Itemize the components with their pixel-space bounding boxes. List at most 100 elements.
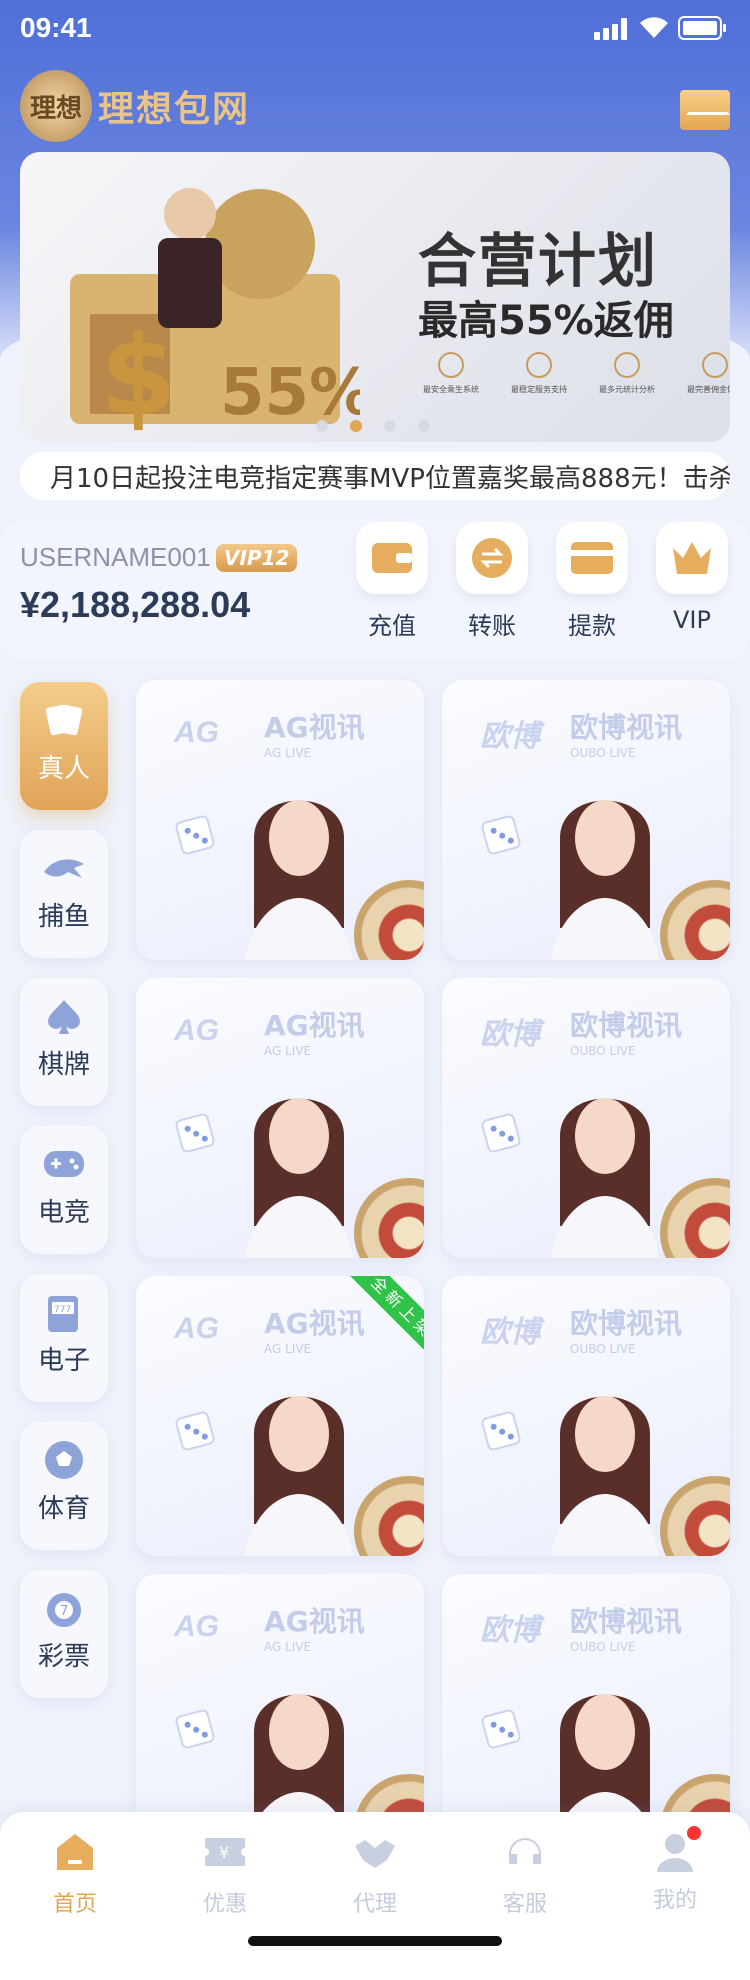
game-card[interactable]: AG AG视讯 AG LIVE bbox=[136, 680, 424, 960]
notice-marquee[interactable]: ​月10日起投注电竞指定赛事MVP位置嘉奖最高888元！击杀！ bbox=[20, 452, 730, 500]
game-card[interactable]: AG AG视讯 AG LIVE bbox=[136, 978, 424, 1258]
game-card[interactable]: AG AG视讯 AG LIVE 全新上架 bbox=[136, 1276, 424, 1556]
provider-name: AG视讯 bbox=[264, 1009, 365, 1042]
provider-en-name: OUBO LIVE bbox=[570, 1640, 636, 1654]
category-slots[interactable]: 777 电子 bbox=[20, 1274, 108, 1402]
vip-button[interactable]: VIP bbox=[654, 522, 730, 634]
provider-en-name: OUBO LIVE bbox=[570, 1044, 636, 1058]
cards-icon bbox=[45, 704, 83, 736]
category-label: 电子 bbox=[37, 1346, 90, 1376]
game-card[interactable]: 欧博 欧博视讯 OUBO LIVE bbox=[442, 1276, 730, 1556]
crown-icon bbox=[673, 542, 711, 574]
dice-icon bbox=[480, 1410, 522, 1452]
provider-name: 欧博视讯 bbox=[570, 1605, 683, 1638]
provider-logo: AG bbox=[174, 716, 219, 749]
signal-icon bbox=[594, 18, 628, 40]
tab-promotions[interactable]: ¥ 优惠 bbox=[175, 1830, 275, 1918]
tab-profile[interactable]: 我的 bbox=[625, 1826, 725, 1914]
dealer-image bbox=[551, 800, 659, 960]
banner-subtitle: 最高55%返佣 bbox=[418, 298, 674, 344]
dice-icon bbox=[174, 1410, 216, 1452]
dice-icon bbox=[174, 814, 216, 856]
banner-features: 最安全乘生系统 最稳定服务支持 最多元统计分析 最完善佣金体系 bbox=[418, 352, 730, 395]
banner-title: 合营计划 bbox=[418, 227, 659, 295]
dealer-image bbox=[245, 800, 353, 960]
provider-name: AG视讯 bbox=[264, 1307, 365, 1340]
tab-label: 我的 bbox=[652, 1888, 697, 1913]
banner-art-text: 55% bbox=[220, 356, 360, 430]
provider-brand: AG AG视讯 AG LIVE bbox=[174, 1600, 365, 1654]
game-card[interactable]: 欧博 欧博视讯 OUBO LIVE bbox=[442, 680, 730, 960]
provider-name: 欧博视讯 bbox=[570, 1009, 683, 1042]
transfer-icon bbox=[472, 538, 512, 578]
category-lottery[interactable]: 7 彩票 bbox=[20, 1570, 108, 1698]
provider-logo: 欧博 bbox=[480, 720, 540, 753]
home-indicator bbox=[248, 1936, 502, 1946]
provider-logo: AG bbox=[174, 1014, 219, 1047]
provider-en-name: AG LIVE bbox=[264, 1044, 312, 1058]
mail-icon[interactable] bbox=[680, 90, 730, 130]
transfer-button[interactable]: 转账 bbox=[454, 522, 530, 641]
provider-en-name: AG LIVE bbox=[264, 1342, 312, 1356]
dice-icon bbox=[480, 1708, 522, 1750]
category-live[interactable]: 真人 bbox=[20, 682, 108, 810]
headset-icon bbox=[509, 1838, 541, 1864]
dealer-image bbox=[551, 1098, 659, 1258]
category-label: 棋牌 bbox=[37, 1050, 90, 1080]
handshake-icon bbox=[355, 1840, 395, 1868]
provider-en-name: AG LIVE bbox=[264, 746, 312, 760]
carousel-dot[interactable] bbox=[418, 420, 430, 432]
provider-brand: AG AG视讯 AG LIVE bbox=[174, 1004, 365, 1058]
category-cards[interactable]: 棋牌 bbox=[20, 978, 108, 1106]
category-label: 捕鱼 bbox=[37, 902, 90, 932]
vip-label: VIP bbox=[673, 606, 711, 634]
carousel-dot[interactable] bbox=[384, 420, 396, 432]
promo-banner[interactable]: 55% $ 合营计划 最高55%返佣 最安全乘生系统 最稳定服务支持 最多元统计… bbox=[20, 152, 730, 442]
tab-label: 首页 bbox=[52, 1892, 97, 1917]
carousel-dot-active[interactable] bbox=[350, 420, 362, 432]
category-label: 彩票 bbox=[37, 1642, 90, 1672]
category-label: 真人 bbox=[37, 754, 90, 784]
carousel-dots[interactable] bbox=[316, 420, 430, 432]
game-card[interactable]: 欧博 欧博视讯 OUBO LIVE bbox=[442, 978, 730, 1258]
home-icon bbox=[57, 1834, 93, 1870]
soccer-ball-icon bbox=[45, 1441, 83, 1479]
banner-illustration: 55% $ bbox=[70, 188, 360, 432]
svg-text:$: $ bbox=[100, 312, 177, 432]
tab-home[interactable]: 首页 bbox=[25, 1830, 125, 1918]
slot-machine-icon: 777 bbox=[48, 1296, 78, 1332]
carousel-dot[interactable] bbox=[316, 420, 328, 432]
dealer-image bbox=[245, 1098, 353, 1258]
category-esports[interactable]: 电竞 bbox=[20, 1126, 108, 1254]
tab-label: 优惠 bbox=[202, 1892, 247, 1917]
provider-name: 欧博视讯 bbox=[570, 711, 683, 744]
category-fishing[interactable]: 捕鱼 bbox=[20, 830, 108, 958]
provider-logo: AG bbox=[174, 1312, 219, 1345]
banner-feature: 最完善佣金体系 bbox=[682, 352, 730, 395]
withdraw-label: 提款 bbox=[568, 612, 616, 640]
provider-brand: 欧博 欧博视讯 OUBO LIVE bbox=[480, 1302, 682, 1356]
provider-brand: 欧博 欧博视讯 OUBO LIVE bbox=[480, 1600, 682, 1654]
category-sports[interactable]: 体育 bbox=[20, 1422, 108, 1550]
dice-icon bbox=[480, 814, 522, 856]
withdraw-button[interactable]: 提款 bbox=[554, 522, 630, 641]
category-label: 电竞 bbox=[37, 1198, 90, 1228]
ticket-icon: ¥ bbox=[205, 1838, 245, 1866]
provider-brand: 欧博 欧博视讯 OUBO LIVE bbox=[480, 706, 682, 760]
provider-logo: AG bbox=[174, 1610, 219, 1643]
provider-logo: 欧博 bbox=[480, 1018, 540, 1051]
brand-name: 理想包网 bbox=[98, 88, 251, 130]
lottery-ball-icon: 7 bbox=[47, 1593, 81, 1627]
tab-support[interactable]: 客服 bbox=[475, 1830, 575, 1918]
balance: ¥2,188,288.04 bbox=[20, 584, 251, 625]
battery-icon bbox=[678, 16, 726, 40]
tab-agent[interactable]: 代理 bbox=[325, 1830, 425, 1918]
deposit-button[interactable]: 充值 bbox=[354, 522, 430, 641]
brand-logo[interactable]: 理想 理想包网 bbox=[20, 70, 250, 142]
tab-label: 客服 bbox=[502, 1892, 547, 1917]
notification-dot bbox=[687, 1826, 701, 1840]
category-label: 体育 bbox=[37, 1494, 90, 1524]
svg-text:777: 777 bbox=[54, 1305, 71, 1315]
banner-feature: 最多元统计分析 bbox=[594, 352, 660, 395]
provider-name: 欧博视讯 bbox=[570, 1307, 683, 1340]
